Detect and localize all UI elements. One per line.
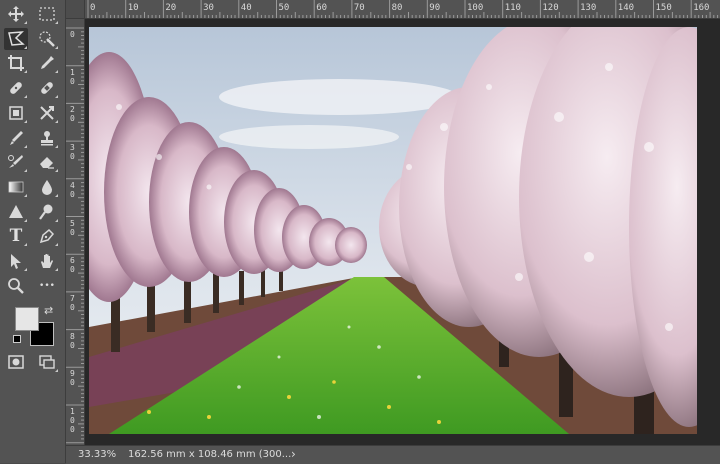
ruler-top-label: 30 (203, 3, 214, 13)
ruler-left-label: 70 (70, 293, 75, 312)
move-icon (8, 6, 24, 22)
swap-colors-icon[interactable]: ⇄ (44, 304, 53, 317)
more-icon: ••• (39, 281, 55, 291)
ruler-left-label: 50 (70, 218, 75, 237)
ruler-top-label: 140 (617, 3, 635, 13)
content-aware-move-tool[interactable] (35, 102, 59, 124)
status-menu-arrow[interactable]: › (291, 447, 296, 461)
zoom-tool[interactable] (4, 275, 28, 297)
ruler-left-label: 30 (70, 143, 75, 162)
lasso-tool[interactable] (4, 28, 28, 50)
marquee-tool[interactable] (35, 3, 59, 25)
ruler-top-label: 110 (504, 3, 521, 13)
eyedropper-icon (41, 56, 54, 69)
brush-tool[interactable] (4, 127, 28, 149)
bandage-icon (10, 82, 22, 94)
ruler-top-label: 80 (391, 3, 403, 13)
document-canvas[interactable] (85, 19, 720, 445)
ruler-top-label: 70 (353, 3, 365, 13)
quick-mask-icon (8, 355, 24, 369)
ruler-top-label: 150 (655, 3, 672, 13)
ruler-left-label: 60 (70, 256, 75, 275)
status-bar: 33.33% 162.56 mm x 108.46 mm (300... › (66, 445, 720, 464)
bandage-alt-icon (41, 82, 53, 94)
history-brush-tool[interactable] (4, 151, 28, 173)
ruler-left-label: 80 (70, 331, 75, 350)
type-tool[interactable]: T (4, 225, 28, 247)
sharpen-tool[interactable] (4, 201, 28, 223)
hand-tool[interactable] (35, 250, 59, 272)
type-icon: T (9, 226, 23, 246)
ruler-top-label: 10 (127, 3, 139, 13)
document-image (89, 27, 697, 434)
clone-stamp-tool[interactable] (35, 127, 59, 149)
zoom-level[interactable]: 33.33% (78, 449, 116, 460)
ruler-top-label: 130 (580, 3, 597, 13)
ruler-left-label: 90 (70, 369, 75, 388)
eyedropper-tool[interactable] (35, 52, 59, 74)
zoom-icon (8, 278, 24, 294)
horizontal-ruler[interactable]: 0 10 20 30 40 50 60 70 80 90 100 110 120 130 140 150 160 (66, 0, 720, 19)
rect-marquee-icon (39, 7, 55, 21)
ruler-left-label: 40 (70, 180, 75, 199)
hand-icon (41, 254, 53, 268)
path-select-tool[interactable] (4, 250, 28, 272)
drop-icon (42, 180, 52, 195)
ruler-top-label: 160 (693, 3, 710, 13)
eraser-icon (40, 157, 54, 169)
screen-mode-toggle[interactable] (35, 351, 59, 373)
ruler-corner[interactable] (66, 0, 85, 19)
foreground-color-swatch[interactable] (15, 307, 39, 331)
pen-tool[interactable] (35, 225, 59, 247)
quick-mask-toggle[interactable] (4, 351, 28, 373)
brush-icon (10, 131, 23, 145)
healing-brush-tool[interactable] (4, 77, 28, 99)
ruler-top-label: 40 (240, 3, 252, 13)
more-tools[interactable]: ••• (35, 275, 59, 297)
ruler-top-label: 120 (542, 3, 559, 13)
cross-arrows-icon (40, 106, 54, 120)
ruler-top-label: 20 (165, 3, 177, 13)
dodge-tool[interactable] (35, 201, 59, 223)
default-colors-icon[interactable] (13, 335, 21, 343)
arrow-icon (11, 254, 21, 269)
gradient-tool[interactable] (4, 176, 28, 198)
ruler-left-label: 10 (70, 67, 75, 86)
ruler-top-label: 60 (316, 3, 328, 13)
stamp-icon (41, 131, 53, 146)
ruler-top-label: 0 (90, 3, 96, 13)
document-size: 162.56 mm x 108.46 mm (300... (128, 449, 292, 460)
ruler-top-label: 90 (429, 3, 441, 13)
quick-select-tool[interactable] (35, 28, 59, 50)
dodge-icon (39, 204, 53, 220)
crop-icon (8, 55, 24, 71)
frame-tool[interactable] (4, 102, 28, 124)
healing-patch-tool[interactable] (35, 77, 59, 99)
ruler-left-label: 100 (70, 407, 75, 434)
ruler-left-label: 20 (70, 105, 75, 124)
gradient-icon (8, 181, 24, 193)
eraser-tool[interactable] (35, 151, 59, 173)
tools-panel: T ••• ⇄ (0, 0, 66, 463)
frame-icon (9, 106, 23, 120)
blur-tool[interactable] (35, 176, 59, 198)
ruler-top-label: 50 (278, 3, 290, 13)
triangle-icon (9, 205, 23, 218)
vertical-ruler[interactable]: 0 10 20 30 40 50 60 70 80 90 100 (66, 18, 85, 445)
crop-tool[interactable] (4, 52, 28, 74)
history-brush-icon (8, 155, 23, 168)
ruler-top-label: 100 (467, 3, 484, 13)
polygon-lasso-icon (8, 31, 25, 46)
screen-mode-icon (39, 355, 55, 369)
quick-select-icon (39, 31, 55, 47)
ruler-left-label: 0 (70, 30, 75, 39)
move-tool[interactable] (4, 3, 28, 25)
pen-icon (39, 228, 55, 244)
